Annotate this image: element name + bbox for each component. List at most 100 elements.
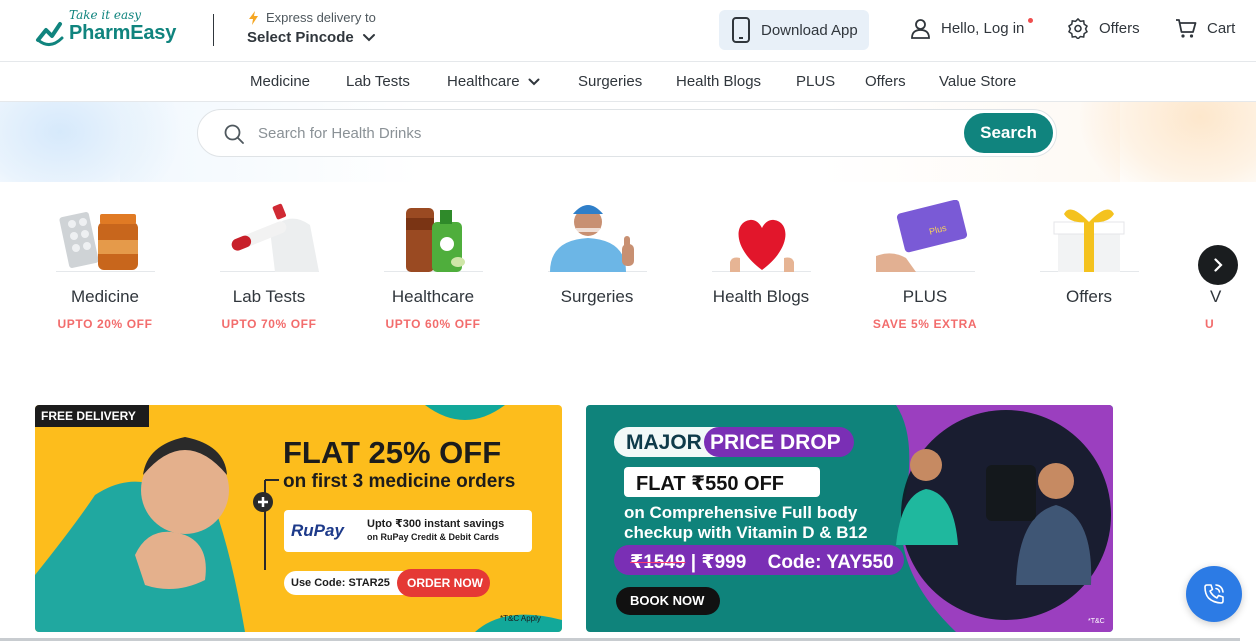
nav-label: Value Store — [939, 73, 1017, 90]
coupon-code-text: Use Code: STAR25 — [291, 577, 390, 589]
phone-icon — [732, 17, 750, 43]
delivery-label: Express delivery to — [266, 10, 376, 25]
chevron-down-icon — [528, 78, 540, 85]
login-label: Hello, Log in — [941, 20, 1025, 37]
category-label: PLUS — [902, 287, 948, 306]
banner-tnc: *T&C Apply — [500, 614, 541, 623]
heart-icon — [711, 200, 811, 272]
cart-button[interactable]: Cart — [1175, 18, 1235, 39]
header-divider — [213, 14, 214, 46]
old-price: ₹1549 — [630, 552, 686, 573]
new-price: ₹999 — [701, 552, 747, 573]
coupon-code: STAR25 — [348, 577, 390, 589]
category-healthcare[interactable]: Healthcare UPTO 60% OFF — [368, 200, 498, 331]
nav-item-value-store[interactable]: Value Store — [939, 73, 1016, 90]
free-delivery-badge: FREE DELIVERY — [35, 405, 149, 427]
login-button[interactable]: Hello, Log in — [910, 18, 1024, 39]
banner-tnc: *T&C — [1088, 618, 1105, 625]
search-button[interactable]: Search — [964, 113, 1053, 153]
nav-label: Health Blogs — [676, 73, 762, 90]
category-label: Offers — [1066, 287, 1112, 306]
category-offer: UPTO 60% OFF — [385, 317, 481, 331]
book-now-button[interactable]: BOOK NOW — [630, 593, 704, 608]
logo-name: PharmEasy — [69, 22, 177, 44]
pincode-label: Select Pincode — [247, 29, 354, 46]
gift-box-icon — [1039, 200, 1139, 272]
category-offers[interactable]: Offers — [1024, 200, 1154, 317]
logo-icon — [36, 22, 64, 46]
banner-sub-line2: checkup with Vitamin D & B12 — [624, 523, 868, 542]
page: Take it easy PharmEasy Express delivery … — [0, 0, 1256, 641]
site-header: Take it easy PharmEasy Express delivery … — [0, 0, 1256, 62]
lightning-icon — [249, 10, 258, 25]
category-medicine[interactable]: Medicine UPTO 20% OFF — [40, 200, 170, 331]
decorative-glow — [1080, 102, 1256, 182]
nav-item-healthcare[interactable]: Healthcare — [447, 73, 540, 90]
phone-call-icon — [1204, 584, 1224, 604]
nav-label: Lab Tests — [346, 73, 410, 90]
nav-item-offers[interactable]: Offers — [865, 73, 906, 90]
user-icon — [911, 19, 930, 39]
notification-dot — [1028, 18, 1033, 23]
price-row: ₹1549 | ₹999 Code: YAY550 — [630, 551, 894, 574]
order-now-button[interactable]: ORDER NOW — [407, 576, 483, 590]
chevron-right-icon — [1214, 258, 1223, 272]
call-support-button[interactable] — [1186, 566, 1242, 622]
header-offers-link[interactable]: Offers — [1068, 18, 1140, 39]
healthcare-products-icon — [383, 200, 483, 272]
category-lab-tests[interactable]: Lab Tests UPTO 70% OFF — [204, 200, 334, 331]
medicine-pills-icon — [55, 200, 155, 272]
promo-banner-lab-tests[interactable]: MAJOR PRICE DROP FLAT ₹550 OFF on Compre… — [586, 405, 1113, 632]
banner-headline: FLAT 25% OFF — [283, 435, 502, 470]
banner-pill-1: MAJOR — [626, 431, 702, 454]
card-offer-line2: on RuPay Credit & Debit Cards — [367, 532, 500, 542]
category-plus[interactable]: Plus PLUS SAVE 5% EXTRA — [860, 199, 990, 331]
search-input[interactable] — [258, 122, 948, 144]
banner-sub-line1: on Comprehensive Full body — [624, 503, 858, 522]
select-pincode-button[interactable]: Select Pincode — [247, 29, 376, 46]
banner-pill-2: PRICE DROP — [710, 431, 841, 454]
plus-card-icon: Plus — [875, 199, 975, 272]
category-offer: SAVE 5% EXTRA — [872, 317, 978, 331]
search-bar: Search — [197, 109, 1057, 157]
nav-item-plus[interactable]: PLUS — [796, 73, 835, 90]
category-label: Surgeries — [560, 287, 634, 306]
category-surgeries[interactable]: Surgeries — [532, 200, 662, 317]
nav-label: PLUS — [796, 73, 836, 90]
code-label: Use Code: — [291, 577, 346, 589]
card-offer-line1: Upto ₹300 instant savings — [367, 518, 505, 530]
category-offer: UPTO 70% OFF — [221, 317, 317, 331]
category-label: Health Blogs — [712, 287, 810, 306]
download-app-button[interactable]: Download App — [719, 10, 869, 50]
nav-label: Healthcare — [447, 73, 520, 90]
chevron-down-icon — [362, 33, 375, 41]
nav-item-medicine[interactable]: Medicine — [250, 73, 310, 90]
hero-search-band: Search — [0, 102, 1256, 182]
promo-banner-medicine[interactable]: FREE DELIVERY FLAT 25% OFF on first 3 me… — [35, 405, 562, 632]
nav-item-health-blogs[interactable]: Health Blogs — [676, 73, 761, 90]
carousel-next-button[interactable] — [1198, 245, 1238, 285]
download-app-label: Download App — [761, 21, 858, 39]
category-offer: UPTO 20% OFF — [57, 317, 153, 331]
surgeon-icon — [547, 200, 647, 272]
category-label: V — [1210, 287, 1222, 306]
delivery-location[interactable]: Express delivery to Select Pincode — [247, 10, 376, 46]
rupay-logo: RuPay — [291, 521, 344, 540]
nav-label: Medicine — [250, 73, 311, 90]
category-label: Lab Tests — [232, 287, 306, 306]
logo-tagline: Take it easy — [69, 8, 142, 22]
banner-headline: FLAT ₹550 OFF — [636, 473, 784, 495]
main-nav: Medicine Lab Tests Healthcare Surgeries … — [0, 62, 1256, 102]
category-label: Medicine — [70, 287, 140, 306]
nav-label: Offers — [865, 73, 906, 90]
cart-label: Cart — [1207, 20, 1236, 37]
banner-subline: on first 3 medicine orders — [283, 471, 516, 492]
category-health-blogs[interactable]: Health Blogs — [696, 200, 826, 317]
nav-item-lab-tests[interactable]: Lab Tests — [346, 73, 410, 90]
pharmeasy-logo[interactable]: Take it easy PharmEasy — [35, 8, 185, 52]
test-tube-icon — [219, 200, 319, 272]
nav-item-surgeries[interactable]: Surgeries — [578, 73, 642, 90]
cart-icon — [1176, 19, 1197, 38]
category-carousel: Medicine UPTO 20% OFF Lab Tests UPTO 70%… — [0, 199, 1256, 340]
nav-label: Surgeries — [578, 73, 643, 90]
